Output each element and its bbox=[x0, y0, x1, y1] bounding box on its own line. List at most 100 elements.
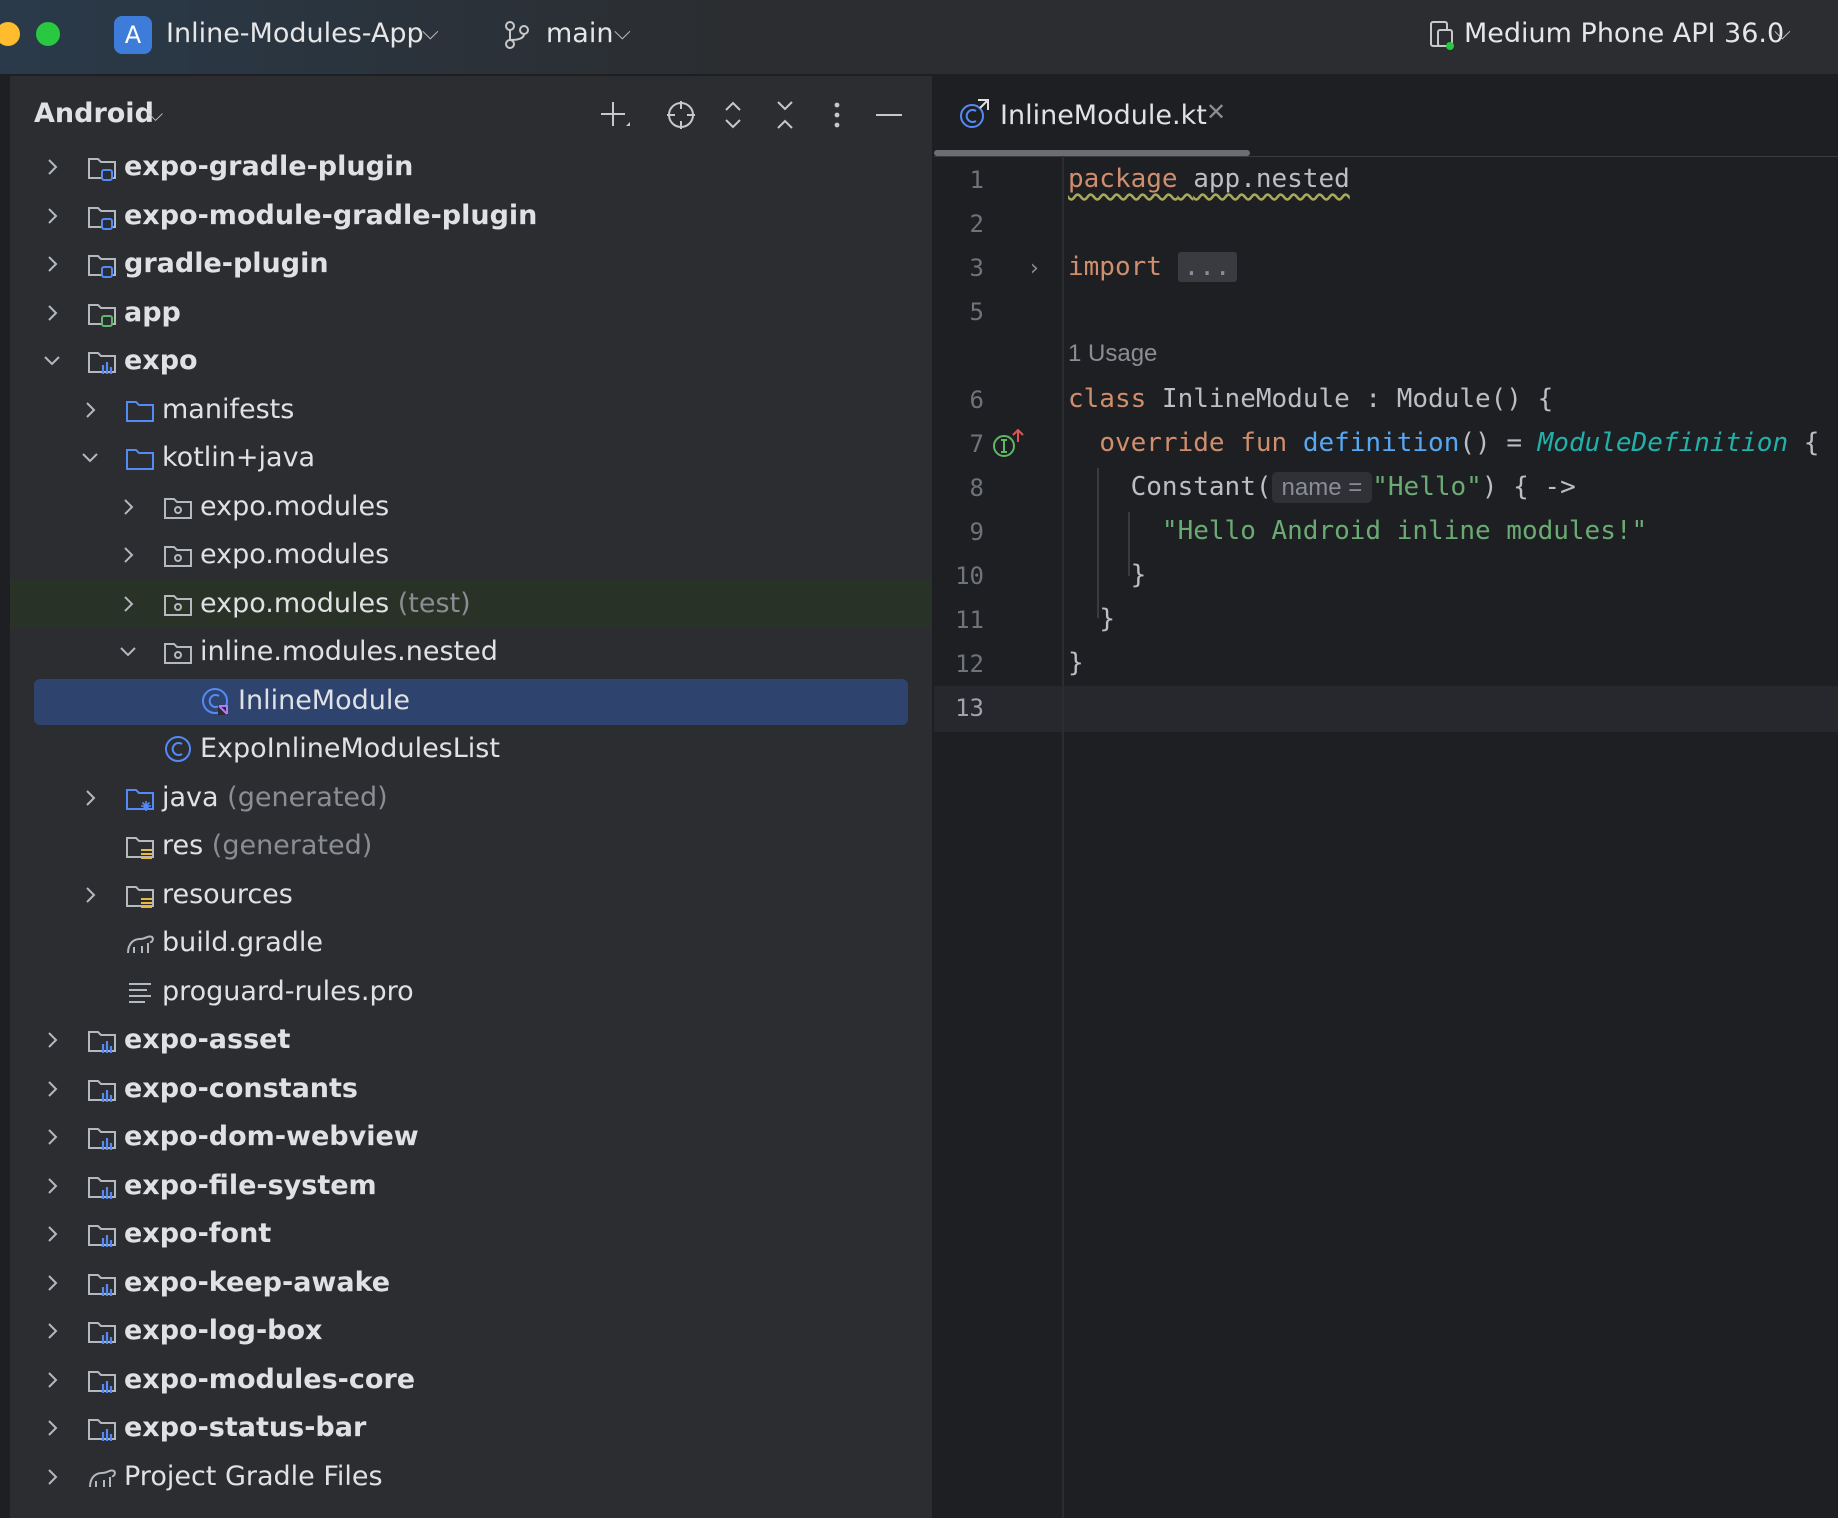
tree-item-name: expo-gradle-plugin bbox=[124, 151, 414, 182]
locate-file-icon[interactable] bbox=[664, 98, 698, 132]
hide-panel-icon[interactable] bbox=[872, 98, 906, 132]
tree-item-label: proguard-rules.pro bbox=[162, 976, 414, 1007]
usages-hint[interactable]: 1 Usage bbox=[1068, 340, 1157, 368]
chevron-right-icon[interactable] bbox=[40, 250, 64, 278]
code-line-8[interactable]: Constant(name = "Hello") { -> bbox=[1068, 472, 1576, 503]
zoom-window-button[interactable] bbox=[36, 22, 60, 46]
tree-item[interactable]: expo-constants bbox=[10, 1065, 932, 1113]
add-icon[interactable] bbox=[598, 98, 632, 132]
tree-item-label: java (generated) bbox=[162, 782, 388, 813]
code-line-10[interactable]: } bbox=[1068, 560, 1147, 590]
chevron-right-icon[interactable] bbox=[40, 1463, 64, 1491]
chevron-right-icon[interactable] bbox=[78, 784, 102, 812]
chevron-right-icon[interactable] bbox=[40, 1317, 64, 1345]
chevron-right-icon[interactable] bbox=[40, 1172, 64, 1200]
tree-item[interactable]: expo-dom-webview bbox=[10, 1113, 932, 1161]
tree-item[interactable]: java (generated) bbox=[10, 774, 932, 822]
more-options-icon[interactable] bbox=[820, 98, 854, 132]
device-selector[interactable]: Medium Phone API 36.0 bbox=[1464, 18, 1784, 49]
editor-tab-inlinemodule[interactable]: InlineModule.kt bbox=[1000, 100, 1207, 131]
chevron-right-icon[interactable] bbox=[40, 1026, 64, 1054]
chevron-down-icon[interactable] bbox=[116, 638, 140, 666]
project-badge[interactable]: A bbox=[114, 16, 152, 54]
tree-item[interactable]: gradle-plugin bbox=[10, 240, 932, 288]
tree-item[interactable]: expo.modules bbox=[10, 531, 932, 579]
tree-item[interactable]: resources bbox=[10, 871, 932, 919]
line-number: 5 bbox=[969, 298, 984, 326]
generated-folder-icon bbox=[126, 788, 154, 811]
tree-item[interactable]: expo bbox=[10, 337, 932, 385]
collapse-all-icon[interactable] bbox=[768, 98, 802, 132]
chevron-right-icon[interactable] bbox=[116, 541, 140, 569]
tree-item[interactable]: InlineModule bbox=[10, 677, 932, 725]
tree-item[interactable]: ExpoInlineModulesList bbox=[10, 725, 932, 773]
tree-item[interactable]: expo.modules bbox=[10, 483, 932, 531]
code-line-9[interactable]: "Hello Android inline modules!" bbox=[1068, 516, 1647, 546]
chevron-right-icon[interactable] bbox=[116, 493, 140, 521]
code-line-1[interactable]: package app.nested bbox=[1068, 164, 1350, 194]
package-icon bbox=[164, 546, 192, 567]
chevron-right-icon[interactable] bbox=[78, 881, 102, 909]
tree-item[interactable]: proguard-rules.pro bbox=[10, 968, 932, 1016]
tree-item-name: ExpoInlineModulesList bbox=[200, 733, 500, 764]
tree-item[interactable]: expo-module-gradle-plugin bbox=[10, 192, 932, 240]
chevron-down-icon[interactable]: ⌵ bbox=[614, 20, 631, 45]
tree-item[interactable]: app bbox=[10, 289, 932, 337]
chevron-right-icon[interactable] bbox=[40, 1366, 64, 1394]
tree-item[interactable]: manifests bbox=[10, 386, 932, 434]
minimize-window-button[interactable] bbox=[0, 22, 20, 46]
tree-item[interactable]: expo-status-bar bbox=[10, 1404, 932, 1452]
tree-item[interactable]: Project Gradle Files bbox=[10, 1453, 932, 1501]
project-name[interactable]: Inline-Modules-App bbox=[166, 18, 424, 49]
tree-item[interactable]: kotlin+java bbox=[10, 434, 932, 482]
tree-item[interactable]: expo-modules-core bbox=[10, 1356, 932, 1404]
gutter-separator bbox=[1062, 156, 1064, 1518]
tree-item-label: expo.modules bbox=[200, 539, 389, 570]
chevron-right-icon[interactable] bbox=[40, 1123, 64, 1151]
tree-item[interactable]: expo-gradle-plugin bbox=[10, 143, 932, 191]
code-line-11[interactable]: } bbox=[1068, 604, 1115, 634]
chevron-right-icon[interactable] bbox=[40, 1269, 64, 1297]
chevron-right-icon[interactable] bbox=[40, 153, 64, 181]
tree-item[interactable]: expo-asset bbox=[10, 1016, 932, 1064]
device-icon[interactable] bbox=[1428, 20, 1456, 50]
implements-gutter-icon[interactable] bbox=[992, 428, 1026, 460]
chevron-down-icon[interactable]: ⌵ bbox=[422, 20, 439, 45]
tree-item[interactable]: res (generated) bbox=[10, 822, 932, 870]
branch-icon[interactable] bbox=[504, 20, 530, 50]
code-line-3[interactable]: import ... bbox=[1068, 252, 1237, 282]
close-icon[interactable]: ✕ bbox=[1206, 98, 1226, 126]
tree-item[interactable]: expo-log-box bbox=[10, 1307, 932, 1355]
chevron-down-icon[interactable]: ⌵ bbox=[1774, 20, 1791, 45]
chevron-right-icon[interactable] bbox=[40, 1414, 64, 1442]
tree-item[interactable]: expo-keep-awake bbox=[10, 1259, 932, 1307]
line-number: 6 bbox=[969, 386, 984, 414]
chevron-down-icon[interactable] bbox=[40, 347, 64, 375]
branch-name[interactable]: main bbox=[546, 18, 613, 49]
project-panel: Android ⌵ expo-gradle-plugin expo-module-… bbox=[0, 76, 934, 1518]
project-view-selector[interactable]: Android bbox=[34, 98, 154, 129]
chevron-right-icon[interactable] bbox=[40, 299, 64, 327]
tree-item[interactable]: expo.modules (test) bbox=[10, 579, 932, 628]
chevron-down-icon[interactable] bbox=[78, 444, 102, 472]
tree-item[interactable]: build.gradle bbox=[10, 919, 932, 967]
chevron-right-icon[interactable] bbox=[40, 202, 64, 230]
module-folder-icon bbox=[88, 158, 116, 181]
chevron-right-icon[interactable] bbox=[40, 1075, 64, 1103]
tree-item-name: expo-keep-awake bbox=[124, 1266, 391, 1298]
line-number: 2 bbox=[969, 210, 984, 238]
chevron-down-icon[interactable]: ⌵ bbox=[148, 102, 163, 126]
tree-item[interactable]: expo-file-system bbox=[10, 1162, 932, 1210]
code-line-7[interactable]: override fun definition() = ModuleDefini… bbox=[1068, 428, 1819, 458]
tree-item[interactable]: expo-font bbox=[10, 1210, 932, 1258]
fold-expand-icon[interactable]: › bbox=[1030, 256, 1039, 281]
chevron-right-icon[interactable] bbox=[78, 396, 102, 424]
expand-all-icon[interactable] bbox=[716, 98, 750, 132]
tree-item[interactable]: inline.modules.nested bbox=[10, 628, 932, 676]
code-line-6[interactable]: class InlineModule : Module() { bbox=[1068, 384, 1553, 414]
chevron-right-icon[interactable] bbox=[116, 590, 140, 618]
tree-item-name: gradle-plugin bbox=[124, 248, 329, 279]
chevron-right-icon[interactable] bbox=[40, 1220, 64, 1248]
folded-imports[interactable]: ... bbox=[1177, 252, 1237, 282]
code-line-12[interactable]: } bbox=[1068, 648, 1084, 678]
